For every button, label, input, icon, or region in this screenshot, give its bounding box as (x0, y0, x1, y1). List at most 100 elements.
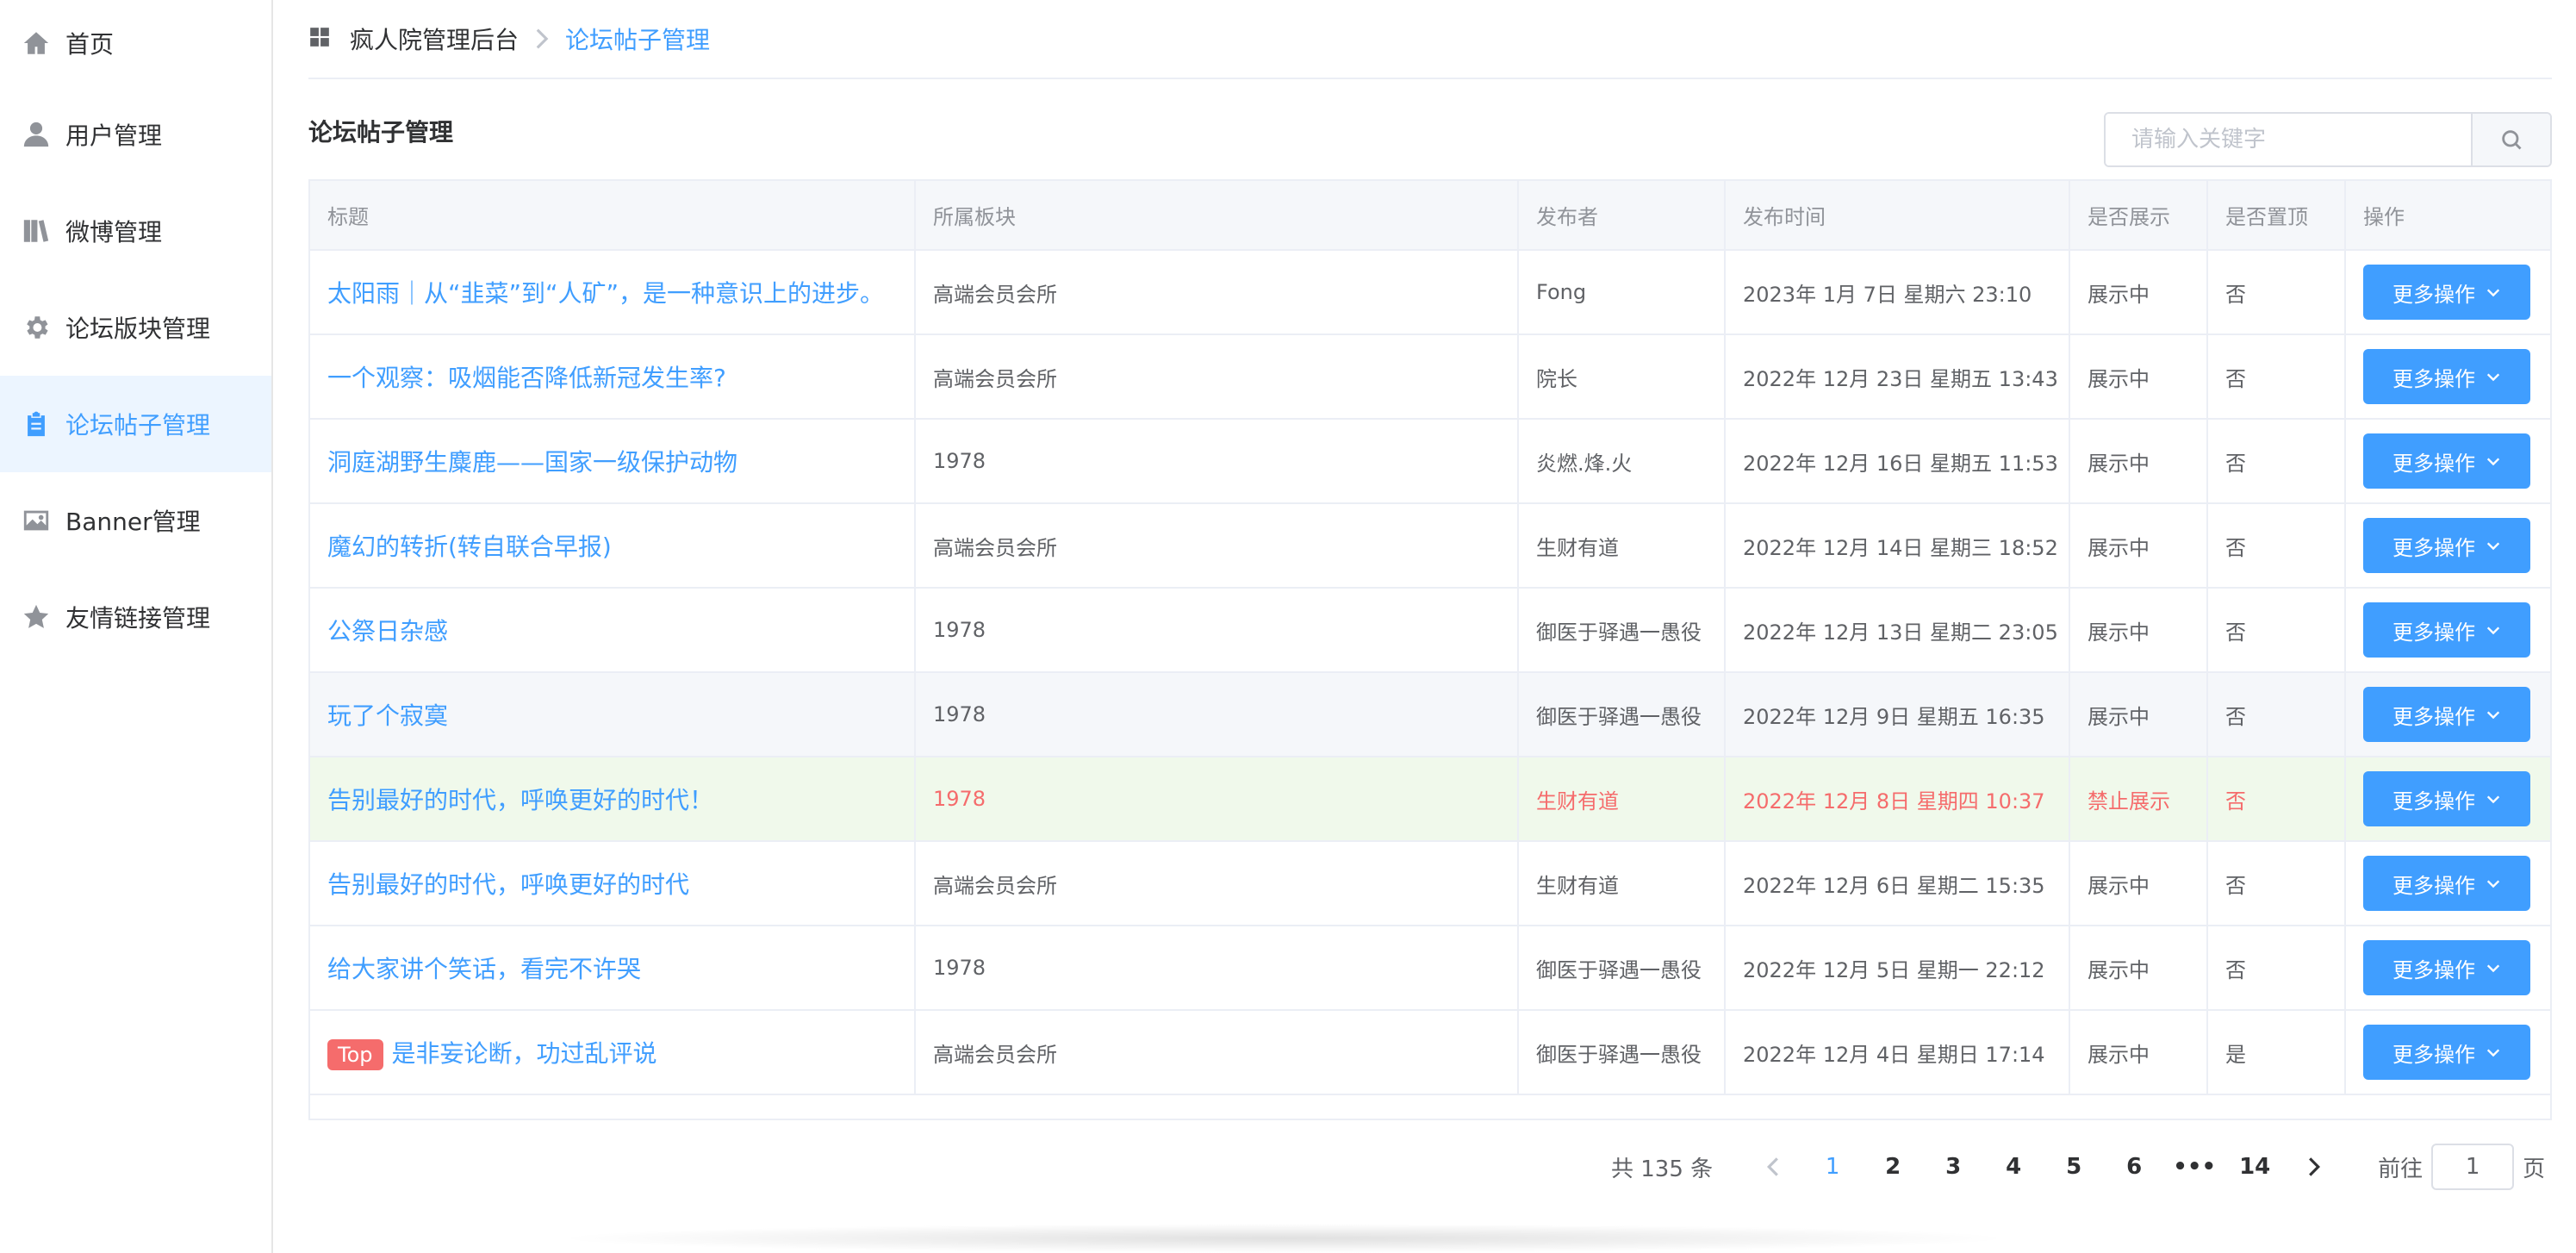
more-actions-label: 更多操作 (2392, 789, 2475, 814)
page-number[interactable]: 1 (1808, 1145, 1857, 1188)
table-row: 给大家讲个笑话，看完不许哭 1978 御医于驿遇一愚役 2022年 12月 5日… (310, 926, 2550, 1011)
post-board: 1978 (915, 588, 1519, 673)
post-shown-status: 展示中 (2069, 503, 2208, 589)
post-time: 2023年 1月 7日 星期六 23:10 (1725, 250, 2070, 335)
post-pinned-status: 否 (2207, 841, 2346, 926)
post-title-link[interactable]: 公祭日杂感 (310, 588, 916, 673)
post-author: 炎燃.烽.火 (1518, 419, 1726, 504)
post-title-link[interactable]: 玩了个寂寞 (310, 672, 916, 757)
column-header-shown: 是否展示 (2069, 181, 2208, 251)
post-time: 2022年 12月 14日 星期三 18:52 (1725, 503, 2070, 589)
post-board: 高端会员会所 (915, 841, 1519, 926)
prev-page-button[interactable] (1756, 1145, 1790, 1188)
sidebar-item-label: 友情链接管理 (65, 604, 211, 633)
more-actions-label: 更多操作 (2392, 451, 2475, 476)
more-actions-label: 更多操作 (2392, 873, 2475, 898)
search-icon (2502, 130, 2522, 150)
post-title-link[interactable]: 告别最好的时代，呼唤更好的时代！ (310, 757, 916, 842)
post-author: 御医于驿遇一愚役 (1518, 1010, 1726, 1095)
image-icon (21, 505, 52, 536)
post-board: 1978 (915, 926, 1519, 1011)
post-title-link[interactable]: 给大家讲个笑话，看完不许哭 (310, 926, 916, 1011)
post-board: 1978 (915, 757, 1519, 842)
search-input[interactable] (2106, 114, 2471, 165)
more-actions-button[interactable]: 更多操作 (2363, 265, 2530, 320)
post-title-link[interactable]: 太阳雨｜从“韭菜”到“人矿”，是一种意识上的进步。 (310, 250, 916, 335)
post-title-link[interactable]: 告别最好的时代，呼唤更好的时代 (310, 841, 916, 926)
more-actions-label: 更多操作 (2392, 535, 2475, 560)
breadcrumb-current: 论坛帖子管理 (565, 26, 711, 54)
post-shown-status: 展示中 (2069, 419, 2208, 504)
chevron-down-icon (2486, 711, 2500, 720)
next-page-button[interactable] (2297, 1145, 2331, 1188)
post-title-link[interactable]: 是非妄论断，功过乱评说 (392, 1039, 657, 1068)
search-button[interactable] (2471, 114, 2550, 165)
post-title-link[interactable]: 魔幻的转折(转自联合早报) (310, 503, 916, 589)
sidebar-item-weibo[interactable]: 微博管理 (0, 183, 271, 279)
post-pinned-status: 是 (2207, 1010, 2346, 1095)
sidebar-item-links[interactable]: 友情链接管理 (0, 569, 271, 665)
page-number[interactable]: 3 (1929, 1145, 1977, 1188)
post-time: 2022年 12月 8日 星期四 10:37 (1725, 757, 2070, 842)
post-time: 2022年 12月 13日 星期二 23:05 (1725, 588, 2070, 673)
more-actions-button[interactable]: 更多操作 (2363, 1025, 2530, 1080)
more-pages-ellipsis[interactable]: ••• (2170, 1145, 2218, 1188)
table-row: 太阳雨｜从“韭菜”到“人矿”，是一种意识上的进步。 高端会员会所 Fong 20… (310, 250, 2550, 335)
bottom-shadow (551, 1224, 2016, 1253)
post-board: 高端会员会所 (915, 250, 1519, 335)
column-header-author: 发布者 (1518, 181, 1726, 251)
post-time: 2022年 12月 16日 星期五 11:53 (1725, 419, 2070, 504)
chevron-down-icon (2486, 373, 2500, 382)
post-title-link[interactable]: 一个观察：吸烟能否降低新冠发生率? (310, 334, 916, 420)
page-number[interactable]: 5 (2050, 1145, 2098, 1188)
post-shown-status: 展示中 (2069, 334, 2208, 420)
sidebar-item-users[interactable]: 用户管理 (0, 86, 271, 183)
page-number[interactable]: 14 (2231, 1145, 2279, 1188)
sidebar-item-banner[interactable]: Banner管理 (0, 472, 271, 569)
more-actions-label: 更多操作 (2392, 704, 2475, 729)
column-header-actions: 操作 (2345, 181, 2550, 251)
search-box (2104, 112, 2552, 167)
star-icon (21, 602, 52, 633)
post-time: 2022年 12月 23日 星期五 13:43 (1725, 334, 2070, 420)
page-number[interactable]: 4 (1989, 1145, 2038, 1188)
sidebar-item-forum-boards[interactable]: 论坛版块管理 (0, 279, 271, 376)
sidebar-item-label: 首页 (65, 30, 115, 59)
post-pinned-status: 否 (2207, 672, 2346, 757)
breadcrumb-home[interactable]: 疯人院管理后台 (350, 22, 519, 56)
more-actions-button[interactable]: 更多操作 (2363, 518, 2530, 573)
page-title: 论坛帖子管理 (308, 118, 454, 146)
pagination-total: 共 135 条 (1611, 1156, 1714, 1182)
sidebar-item-forum-posts[interactable]: 论坛帖子管理 (0, 376, 271, 472)
post-title-link[interactable]: 洞庭湖野生麋鹿——国家一级保护动物 (310, 419, 916, 504)
chevron-right-icon (2309, 1157, 2321, 1176)
post-board: 高端会员会所 (915, 503, 1519, 589)
pagination: 共 135 条 1 2 3 4 5 6 ••• 14 前往 页 (1611, 1141, 2545, 1193)
more-actions-button[interactable]: 更多操作 (2363, 433, 2530, 489)
more-actions-label: 更多操作 (2392, 366, 2475, 391)
sidebar-item-label: 论坛帖子管理 (65, 411, 211, 439)
more-actions-button[interactable]: 更多操作 (2363, 602, 2530, 658)
table-row: 一个观察：吸烟能否降低新冠发生率? 高端会员会所 院长 2022年 12月 23… (310, 334, 2550, 420)
sidebar-item-home[interactable]: 首页 (0, 0, 271, 86)
more-actions-button[interactable]: 更多操作 (2363, 856, 2530, 911)
column-header-board: 所属板块 (915, 181, 1519, 251)
more-actions-button[interactable]: 更多操作 (2363, 349, 2530, 404)
sidebar: 首页 用户管理 微博管理 论坛版块管理 论坛帖子管理 Banner管理 友情链接… (0, 0, 273, 1253)
post-pinned-status: 否 (2207, 757, 2346, 842)
more-actions-button[interactable]: 更多操作 (2363, 771, 2530, 826)
goto-suffix: 页 (2523, 1156, 2546, 1182)
chevron-down-icon (2486, 880, 2500, 888)
post-author: 生财有道 (1518, 757, 1726, 842)
goto-page-input[interactable] (2431, 1144, 2515, 1190)
more-actions-button[interactable]: 更多操作 (2363, 687, 2530, 742)
table-header-row: 标题 所属板块 发布者 发布时间 是否展示 是否置顶 操作 (310, 181, 2550, 251)
more-actions-button[interactable]: 更多操作 (2363, 940, 2530, 995)
page-number[interactable]: 6 (2110, 1145, 2158, 1188)
table-row-banned: 告别最好的时代，呼唤更好的时代！ 1978 生财有道 2022年 12月 8日 … (310, 757, 2550, 842)
post-pinned-status: 否 (2207, 334, 2346, 420)
chevron-down-icon (2486, 289, 2500, 297)
page-number[interactable]: 2 (1869, 1145, 1917, 1188)
posts-table: 标题 所属板块 发布者 发布时间 是否展示 是否置顶 操作 太阳雨｜从“韭菜”到… (308, 179, 2552, 1120)
post-author: 御医于驿遇一愚役 (1518, 672, 1726, 757)
